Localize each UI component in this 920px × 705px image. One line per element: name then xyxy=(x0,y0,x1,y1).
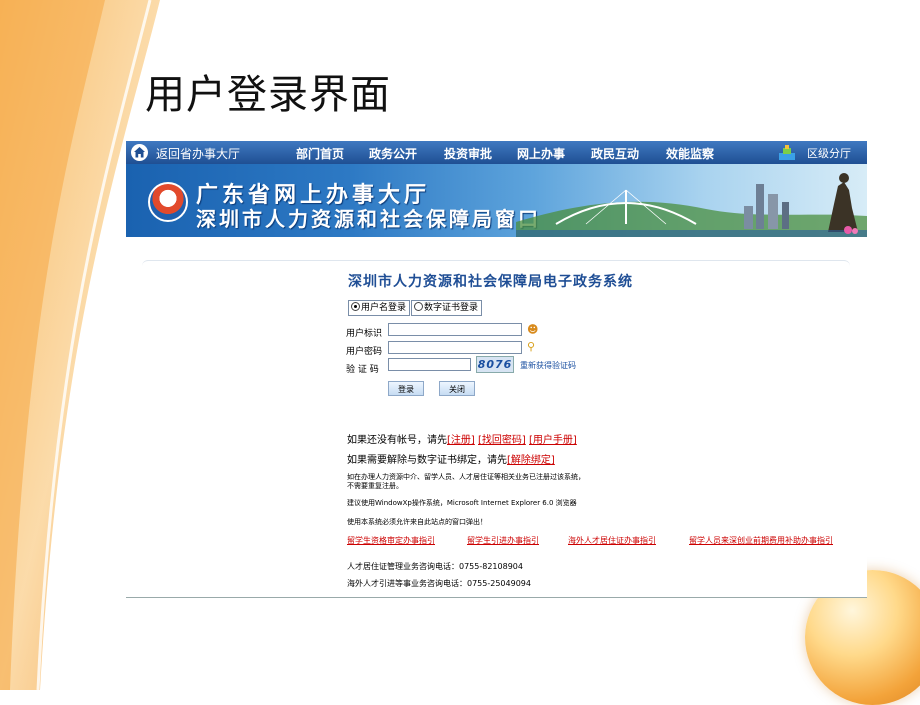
slide-title: 用户登录界面 xyxy=(145,72,391,118)
close-button[interactable]: 关闭 xyxy=(439,381,475,396)
recover-password-link[interactable]: [找回密码] xyxy=(478,435,526,446)
register-prompt-line: 如果还没有帐号，请先[注册] [找回密码] [用户手册] xyxy=(347,431,577,446)
user-manual-link[interactable]: [用户手册] xyxy=(529,435,577,446)
registration-note-line2: 不需要重复注册。 xyxy=(347,482,403,490)
password-input[interactable] xyxy=(388,341,522,354)
guide-link-startup-subsidy[interactable]: 留学人员来深创业前期费用补助办事指引 xyxy=(689,535,833,546)
top-nav-bar: 返回省办事大厅 部门首页 政务公开 投资审批 网上办事 政民互动 效能监察 区级… xyxy=(126,141,867,164)
system-title: 深圳市人力资源和社会保障局电子政务系统 xyxy=(348,274,633,290)
refresh-captcha-link[interactable]: 重新获得验证码 xyxy=(520,360,576,371)
hotline-residence-permit: 人才居住证管理业务咨询电话：0755-82108904 xyxy=(347,562,523,571)
browser-recommendation-note: 建议使用WindowXp操作系统，Microsoft Internet Expl… xyxy=(347,499,577,507)
guide-link-introduction[interactable]: 留学生引进办事指引 xyxy=(467,535,539,546)
unbind-prompt-text: 如果需要解除与数字证书绑定，请先 xyxy=(347,455,507,466)
nav-investment-approval[interactable]: 投资审批 xyxy=(444,145,492,162)
unbind-prompt-line: 如果需要解除与数字证书绑定，请先[解除绑定] xyxy=(347,451,555,466)
register-prompt-text: 如果还没有帐号，请先 xyxy=(347,435,447,446)
city-skyline-image xyxy=(516,173,867,237)
nav-online-services[interactable]: 网上办事 xyxy=(517,145,565,162)
guide-link-qualification[interactable]: 留学生资格审定办事指引 xyxy=(347,535,435,546)
nav-dept-home[interactable]: 部门首页 xyxy=(296,145,344,162)
password-label: 用户密码 xyxy=(346,347,383,357)
login-mode-username-label: 用户名登录 xyxy=(361,303,407,313)
captcha-image: 8076 xyxy=(476,356,514,373)
username-label: 用户标识 xyxy=(346,329,383,339)
captcha-input[interactable] xyxy=(388,358,471,371)
login-mode-certificate-option[interactable]: 数字证书登录 xyxy=(411,300,483,316)
hotline-talent-introduction: 海外人才引进等事业务咨询电话：0755-25049094 xyxy=(347,579,531,588)
login-panel xyxy=(142,260,850,581)
guide-link-residence-permit[interactable]: 海外人才居住证办事指引 xyxy=(568,535,656,546)
register-link[interactable]: [注册] xyxy=(447,435,475,446)
banner-title-line2: 深圳市人力资源和社会保障局窗口 xyxy=(196,207,541,231)
nav-gov-affairs[interactable]: 政务公开 xyxy=(369,145,417,162)
key-icon: ⚲ xyxy=(527,340,536,353)
username-input[interactable] xyxy=(388,323,522,336)
unbind-certificate-link[interactable]: [解除绑定] xyxy=(507,455,555,466)
portal-screenshot: 返回省办事大厅 部门首页 政务公开 投资审批 网上办事 政民互动 效能监察 区级… xyxy=(126,141,867,598)
portal-logo-icon xyxy=(148,182,188,222)
home-icon[interactable] xyxy=(131,144,148,161)
district-hall-link[interactable]: 区级分厅 xyxy=(807,145,851,161)
captcha-label: 验 证 码 xyxy=(346,365,379,375)
popup-permission-note: 使用本系统必须允许来自此站点的窗口弹出！ xyxy=(347,518,487,526)
login-button[interactable]: 登录 xyxy=(388,381,424,396)
login-mode-certificate-label: 数字证书登录 xyxy=(424,303,479,313)
nav-public-interaction[interactable]: 政民互动 xyxy=(591,145,639,162)
nav-efficiency-supervision[interactable]: 效能监察 xyxy=(666,145,714,162)
radio-selected-icon[interactable] xyxy=(351,302,360,311)
radio-unselected-icon[interactable] xyxy=(414,302,423,311)
district-hall-icon xyxy=(779,145,795,160)
back-to-province-link[interactable]: 返回省办事大厅 xyxy=(156,145,240,162)
portal-banner: 广东省网上办事大厅 深圳市人力资源和社会保障局窗口 xyxy=(126,164,867,237)
login-mode-username-option[interactable]: 用户名登录 xyxy=(348,300,411,316)
user-avatar-icon: ☻ xyxy=(527,323,539,336)
